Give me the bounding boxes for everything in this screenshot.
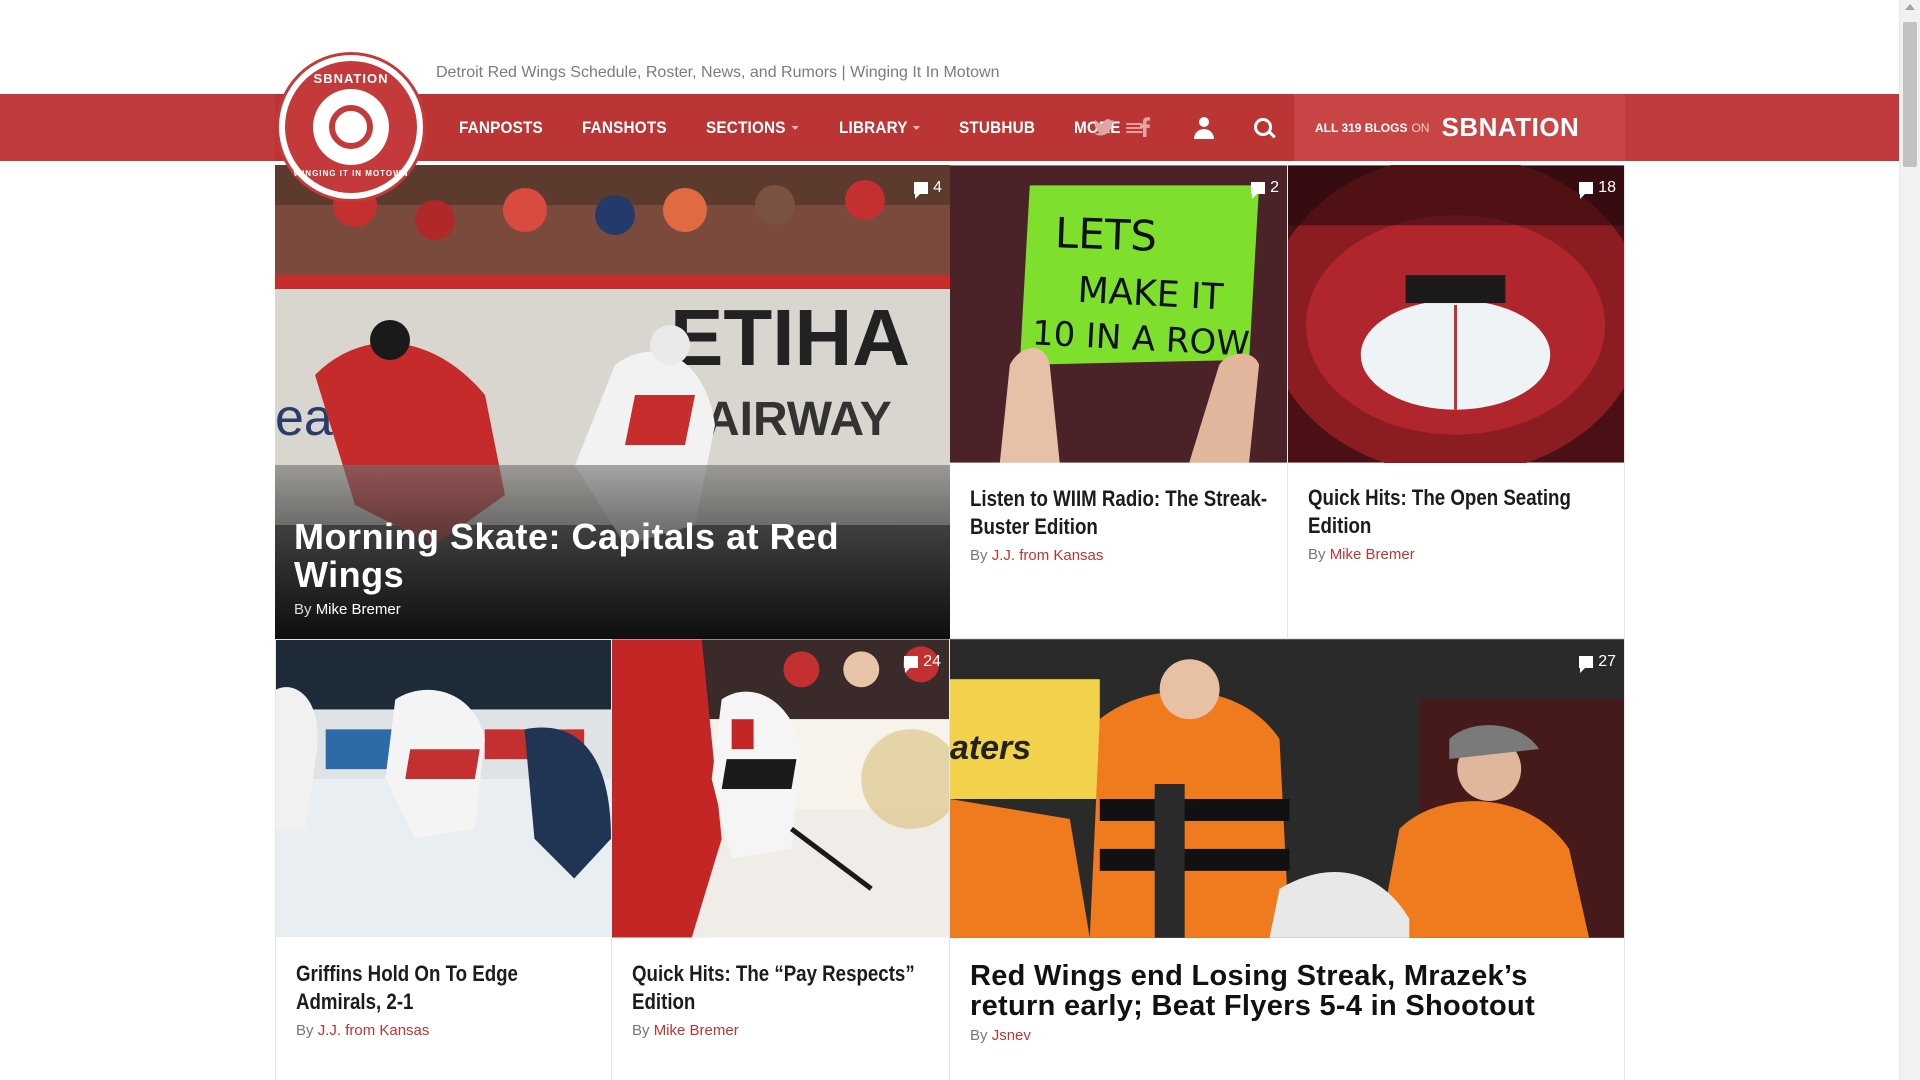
card-byline: By Jsnev	[970, 1027, 1594, 1044]
nav-stubhub-label: STUBHUB	[959, 117, 1036, 137]
author-link[interactable]: J.J. from Kansas	[318, 1022, 430, 1039]
card-byline: By J.J. from Kansas	[970, 547, 1269, 564]
card-title[interactable]: Red Wings end Losing Streak, Mrazek’s re…	[970, 961, 1594, 1021]
nav-library-label: LIBRARY	[838, 117, 908, 137]
hero-title[interactable]: Morning Skate: Capitals at Red Wings	[294, 518, 854, 594]
byline-prefix: By	[1308, 546, 1326, 563]
page-scrollbar[interactable]	[1899, 0, 1920, 1080]
nav-sections-label: SECTIONS	[706, 117, 787, 137]
story-image	[1288, 165, 1624, 463]
card-text: Griffins Hold On To Edge Admirals, 2-1 B…	[296, 960, 593, 1039]
comment-icon	[1251, 182, 1266, 199]
nav-library[interactable]: LIBRARY	[838, 117, 921, 138]
svg-text:AIRWAY: AIRWAY	[705, 393, 892, 446]
card-byline: By Mike Bremer	[632, 1022, 931, 1039]
comment-count-value: 2	[1270, 179, 1279, 196]
chevron-down-icon	[791, 125, 799, 130]
comment-count-value: 4	[933, 179, 942, 196]
hero-byline: By Mike Bremer	[294, 601, 401, 618]
twitter-icon[interactable]	[1094, 119, 1114, 136]
story-card[interactable]: Griffins Hold On To Edge Admirals, 2-1 B…	[275, 639, 612, 1080]
comment-count[interactable]: 4	[914, 179, 942, 199]
blogs-on: ON	[1411, 120, 1430, 135]
story-card[interactable]: 18 Quick Hits: The Open Seating Edition …	[1288, 165, 1625, 639]
card-title[interactable]: Griffins Hold On To Edge Admirals, 2-1	[296, 960, 591, 1016]
nav-menu: FANPOSTS FANSHOTS SECTIONS LIBRARY STUBH…	[459, 94, 1180, 161]
byline-prefix: By	[970, 547, 988, 564]
byline-prefix: By	[294, 601, 312, 618]
facebook-icon[interactable]	[1140, 117, 1150, 137]
author-link[interactable]: Jsnev	[992, 1027, 1031, 1044]
byline-prefix: By	[632, 1022, 650, 1039]
sbnation-blogs-link[interactable]: ALL 319 BLOGS ON SBNATION	[1294, 94, 1625, 161]
comment-count[interactable]: 27	[1579, 653, 1616, 673]
comment-icon	[914, 182, 929, 199]
site-logo[interactable]: SBNATION WINGING IT IN MOTOWN	[276, 52, 426, 202]
svg-text:aters: aters	[950, 729, 1031, 767]
search-icon[interactable]	[1254, 118, 1276, 140]
comment-icon	[1579, 656, 1594, 673]
story-card[interactable]: LETS MAKE IT 10 IN A ROW 2 Listen to WII…	[950, 165, 1288, 639]
card-title[interactable]: Quick Hits: The “Pay Respects” Edition	[632, 960, 929, 1016]
card-byline: By Mike Bremer	[1308, 546, 1606, 563]
comment-count-value: 18	[1598, 179, 1616, 196]
nav-stubhub[interactable]: STUBHUB	[959, 118, 1035, 138]
comment-count[interactable]: 24	[904, 653, 941, 673]
svg-text:ETIHA: ETIHA	[670, 293, 910, 382]
chevron-down-icon	[913, 125, 921, 130]
story-card[interactable]: aters 27 Red Wings end Losing Streak, Mr…	[950, 639, 1625, 1080]
user-account-icon[interactable]	[1193, 117, 1215, 139]
story-image: LETS MAKE IT 10 IN A ROW	[950, 165, 1287, 463]
author-link[interactable]: Mike Bremer	[1330, 546, 1415, 563]
comment-icon	[1579, 182, 1594, 199]
octopus-icon	[329, 105, 373, 149]
comment-icon	[904, 656, 919, 673]
hero-card[interactable]: ETIHA AIRWAY ean 4 Morning Skate: Capita…	[275, 165, 950, 639]
card-text: Red Wings end Losing Streak, Mrazek’s re…	[970, 961, 1594, 1044]
byline-prefix: By	[970, 1027, 988, 1044]
site-tagline: Detroit Red Wings Schedule, Roster, News…	[436, 64, 1000, 81]
comment-count-value: 27	[1598, 653, 1616, 670]
logo-top-text: SBNATION	[313, 71, 389, 86]
nav-fanshots-label: FANSHOTS	[582, 117, 667, 137]
story-card[interactable]: 24 Quick Hits: The “Pay Respects” Editio…	[612, 639, 950, 1080]
nav-sections[interactable]: SECTIONS	[706, 117, 799, 138]
story-image: aters	[950, 639, 1624, 938]
story-image	[276, 639, 611, 938]
author-link[interactable]: Mike Bremer	[654, 1022, 739, 1039]
scrollbar-thumb[interactable]	[1903, 22, 1917, 167]
card-text: Quick Hits: The Open Seating Edition By …	[1308, 484, 1606, 563]
sign-text-1: LETS	[1054, 208, 1158, 261]
byline-prefix: By	[296, 1022, 314, 1039]
author-link[interactable]: J.J. from Kansas	[992, 547, 1104, 564]
blogs-count: ALL 319 BLOGS	[1315, 120, 1408, 135]
logo-bottom-text: WINGING IT IN MOTOWN	[293, 169, 409, 178]
nav-fanshots[interactable]: FANSHOTS	[582, 118, 667, 138]
story-image	[612, 639, 949, 938]
comment-count[interactable]: 2	[1251, 179, 1279, 199]
logo-ring: SBNATION WINGING IT IN MOTOWN	[285, 61, 417, 193]
comment-count[interactable]: 18	[1579, 179, 1616, 199]
sbnation-wordmark: SBNATION	[1441, 112, 1580, 142]
card-text: Listen to WIIM Radio: The Streak-Buster …	[970, 485, 1269, 564]
nav-fanposts-label: FANPOSTS	[459, 117, 543, 137]
scroll-up-arrow-icon[interactable]	[1905, 4, 1915, 10]
card-text: Quick Hits: The “Pay Respects” Edition B…	[632, 960, 931, 1039]
comment-count-value: 24	[923, 653, 941, 670]
card-byline: By J.J. from Kansas	[296, 1022, 593, 1039]
card-title[interactable]: Listen to WIIM Radio: The Streak-Buster …	[970, 485, 1267, 541]
nav-fanposts[interactable]: FANPOSTS	[459, 118, 543, 138]
all-blogs-label: ALL 319 BLOGS ON	[1315, 121, 1429, 135]
author-link[interactable]: Mike Bremer	[316, 601, 401, 618]
card-title[interactable]: Quick Hits: The Open Seating Edition	[1308, 484, 1604, 540]
sign-text-2: MAKE IT	[1077, 270, 1226, 319]
